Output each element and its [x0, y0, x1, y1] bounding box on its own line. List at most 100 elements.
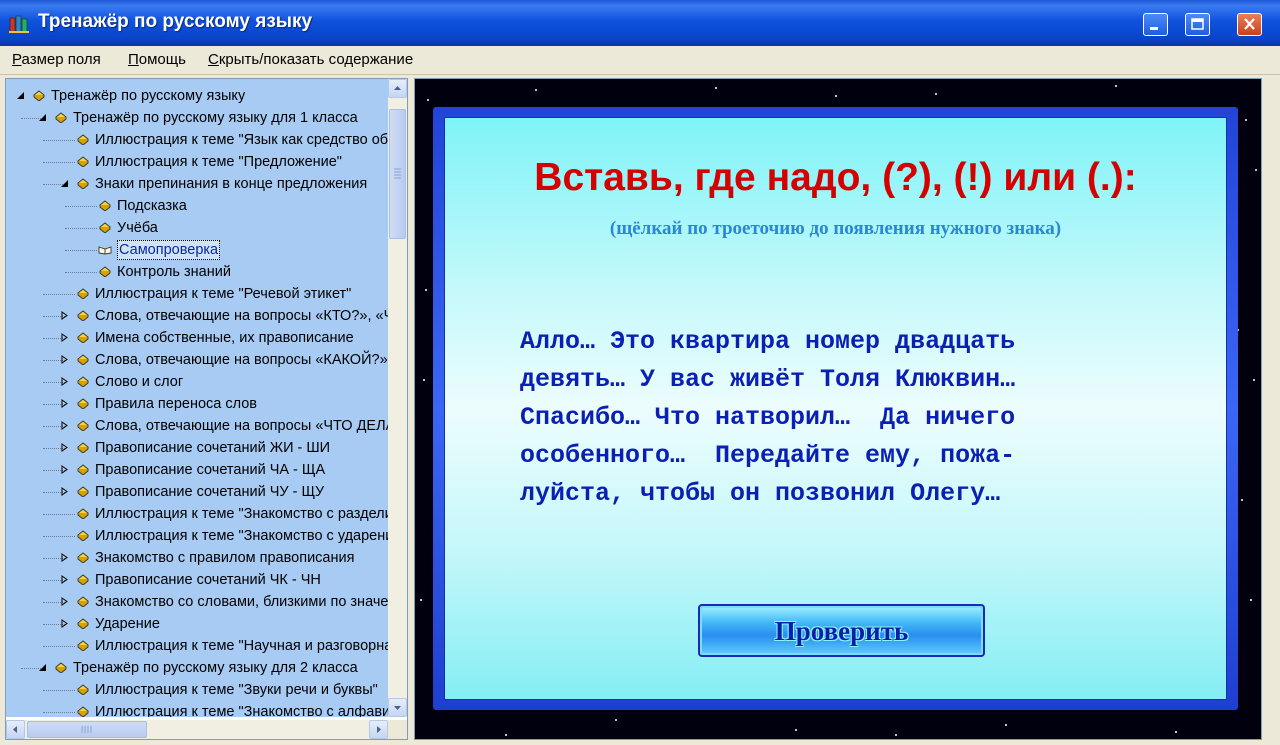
contents-tree-panel: Тренажёр по русскому языку Тренажёр по ру…	[5, 78, 408, 740]
tree-horizontal-scrollbar[interactable]	[6, 720, 388, 739]
tree-item-label: Слова, отвечающие на вопросы «ЧТО ДЕЛАТЬ…	[95, 418, 388, 434]
tree-item[interactable]: Иллюстрация к теме "Язык как средство об…	[6, 129, 388, 151]
expanded-triangle-icon[interactable]	[60, 179, 69, 188]
tree-item[interactable]: Знакомство с правилом правописания	[6, 547, 388, 569]
tree-item[interactable]: Иллюстрация к теме "Звуки речи и буквы"	[6, 679, 388, 701]
tree-item[interactable]: Иллюстрация к теме "Предложение"	[6, 151, 388, 173]
close-button[interactable]	[1237, 13, 1262, 36]
tree-item[interactable]: Слова, отвечающие на вопросы «ЧТО ДЕЛАТЬ…	[6, 415, 388, 437]
star-dot	[427, 99, 429, 101]
exercise-line[interactable]: девять… У вас живёт Толя Клюквин…	[520, 361, 1160, 399]
collapsed-triangle-icon[interactable]	[60, 465, 69, 474]
exercise-line[interactable]: особенного… Передайте ему, пожа-	[520, 437, 1160, 475]
tree-item[interactable]: Правописание сочетаний ЧА - ЩА	[6, 459, 388, 481]
menu-field-size[interactable]: Размер поля	[12, 51, 101, 68]
title-bar[interactable]: Тренажёр по русскому языку	[0, 0, 1280, 47]
tree-item-label: Подсказка	[117, 198, 187, 214]
window-right-border	[1262, 78, 1280, 745]
closed-book-icon	[77, 134, 89, 145]
collapsed-triangle-icon[interactable]	[60, 311, 69, 320]
tree-item[interactable]: Знакомство со словами, близкими по значе…	[6, 591, 388, 613]
collapsed-triangle-icon[interactable]	[60, 421, 69, 430]
tree-item[interactable]: Тренажёр по русскому языку	[6, 85, 388, 107]
collapsed-triangle-icon[interactable]	[60, 355, 69, 364]
expanded-triangle-icon[interactable]	[16, 91, 25, 100]
tree-item[interactable]: Иллюстрация к теме "Речевой этикет"	[6, 283, 388, 305]
tree-item[interactable]: Иллюстрация к теме "Знакомство с раздели…	[6, 503, 388, 525]
tree-item[interactable]: Слова, отвечающие на вопросы «КТО?», «ЧТ…	[6, 305, 388, 327]
tree-item[interactable]: Знаки препинания в конце предложения	[6, 173, 388, 195]
scroll-down-button[interactable]	[388, 698, 407, 717]
exercise-heading: Вставь, где надо, (?), (!) или (.):	[534, 156, 1137, 199]
collapsed-triangle-icon[interactable]	[60, 377, 69, 386]
closed-book-icon	[77, 464, 89, 475]
collapsed-triangle-icon[interactable]	[60, 597, 69, 606]
star-dot	[1253, 379, 1255, 381]
tree-item[interactable]: Иллюстрация к теме "Знакомство с ударени…	[6, 525, 388, 547]
tree-item-label: Иллюстрация к теме "Научная и разговорна…	[95, 638, 388, 654]
contents-tree[interactable]: Тренажёр по русскому языку Тренажёр по ру…	[6, 79, 388, 717]
menu-toggle-contents[interactable]: Скрыть/показать содержание	[208, 51, 413, 68]
collapsed-triangle-icon[interactable]	[60, 443, 69, 452]
tree-item-label: Иллюстрация к теме "Знакомство с раздели…	[95, 506, 388, 522]
tree-item[interactable]: Иллюстрация к теме "Научная и разговорна…	[6, 635, 388, 657]
tree-item-label: Слово и слог	[95, 374, 184, 390]
collapsed-triangle-icon[interactable]	[60, 333, 69, 342]
tree-item[interactable]: Иллюстрация к теме "Знакомство с алфавит…	[6, 701, 388, 717]
exercise-line[interactable]: Спасибо… Что натворил… Да ничего	[520, 399, 1160, 437]
collapsed-triangle-icon[interactable]	[60, 575, 69, 584]
menu-help[interactable]: Помощь	[128, 51, 186, 68]
tree-item[interactable]: Учёба	[6, 217, 388, 239]
tree-item[interactable]: Слово и слог	[6, 371, 388, 393]
grip-icon	[394, 168, 401, 179]
collapsed-triangle-icon[interactable]	[60, 553, 69, 562]
tree-item-label: Иллюстрация к теме "Знакомство с алфавит…	[95, 704, 388, 717]
tree-item-label-selected: Самопроверка	[117, 240, 221, 260]
tree-vertical-scrollbar[interactable]	[388, 79, 407, 717]
tree-item[interactable]: Тренажёр по русскому языку для 1 класса	[6, 107, 388, 129]
closed-book-icon	[77, 552, 89, 563]
menu-bar: Размер поля Помощь Скрыть/показать содер…	[0, 46, 1280, 75]
maximize-button[interactable]	[1185, 13, 1210, 36]
tree-connector	[43, 140, 75, 141]
horizontal-scroll-thumb[interactable]	[27, 721, 147, 738]
scroll-left-button[interactable]	[6, 720, 25, 739]
scroll-right-button[interactable]	[369, 720, 388, 739]
closed-book-icon	[77, 310, 89, 321]
tree-connector	[43, 162, 75, 163]
tree-item-label: Контроль знаний	[117, 264, 231, 280]
closed-book-icon	[77, 530, 89, 541]
tree-item[interactable]: Слова, отвечающие на вопросы «КАКОЙ?»	[6, 349, 388, 371]
expanded-triangle-icon[interactable]	[38, 663, 47, 672]
expanded-triangle-icon[interactable]	[38, 113, 47, 122]
scroll-thumb[interactable]	[389, 109, 406, 239]
closed-book-icon	[77, 420, 89, 431]
tree-item[interactable]: Правописание сочетаний ЧУ - ЩУ	[6, 481, 388, 503]
tree-item-label: Учёба	[117, 220, 158, 236]
minimize-button[interactable]	[1143, 13, 1168, 36]
scroll-up-button[interactable]	[388, 79, 407, 98]
collapsed-triangle-icon[interactable]	[60, 399, 69, 408]
tree-item[interactable]: Имена собственные, их правописание	[6, 327, 388, 349]
tree-item[interactable]: Контроль знаний	[6, 261, 388, 283]
closed-book-icon	[77, 178, 89, 189]
tree-item-label: Слова, отвечающие на вопросы «КТО?», «ЧТ…	[95, 308, 388, 324]
check-button[interactable]: Проверить	[698, 604, 985, 657]
exercise-text[interactable]: Алло… Это квартира номер двадцать девять…	[520, 323, 1160, 513]
closed-book-icon	[55, 112, 67, 123]
collapsed-triangle-icon[interactable]	[60, 487, 69, 496]
closed-book-icon	[77, 508, 89, 519]
tree-connector	[43, 712, 75, 713]
exercise-line[interactable]: Алло… Это квартира номер двадцать	[520, 323, 1160, 361]
tree-item[interactable]: Правописание сочетаний ЧК - ЧН	[6, 569, 388, 591]
tree-item[interactable]: Ударение	[6, 613, 388, 635]
tree-item[interactable]: Тренажёр по русскому языку для 2 класса	[6, 657, 388, 679]
tree-item[interactable]: Правила переноса слов	[6, 393, 388, 415]
star-dot	[1255, 169, 1257, 171]
exercise-line[interactable]: луйста, чтобы он позвонил Олегу…	[520, 475, 1160, 513]
collapsed-triangle-icon[interactable]	[60, 619, 69, 628]
check-button-label: Проверить	[774, 616, 909, 646]
tree-item[interactable]: Самопроверка	[6, 239, 388, 261]
tree-item[interactable]: Подсказка	[6, 195, 388, 217]
tree-item[interactable]: Правописание сочетаний ЖИ - ШИ	[6, 437, 388, 459]
